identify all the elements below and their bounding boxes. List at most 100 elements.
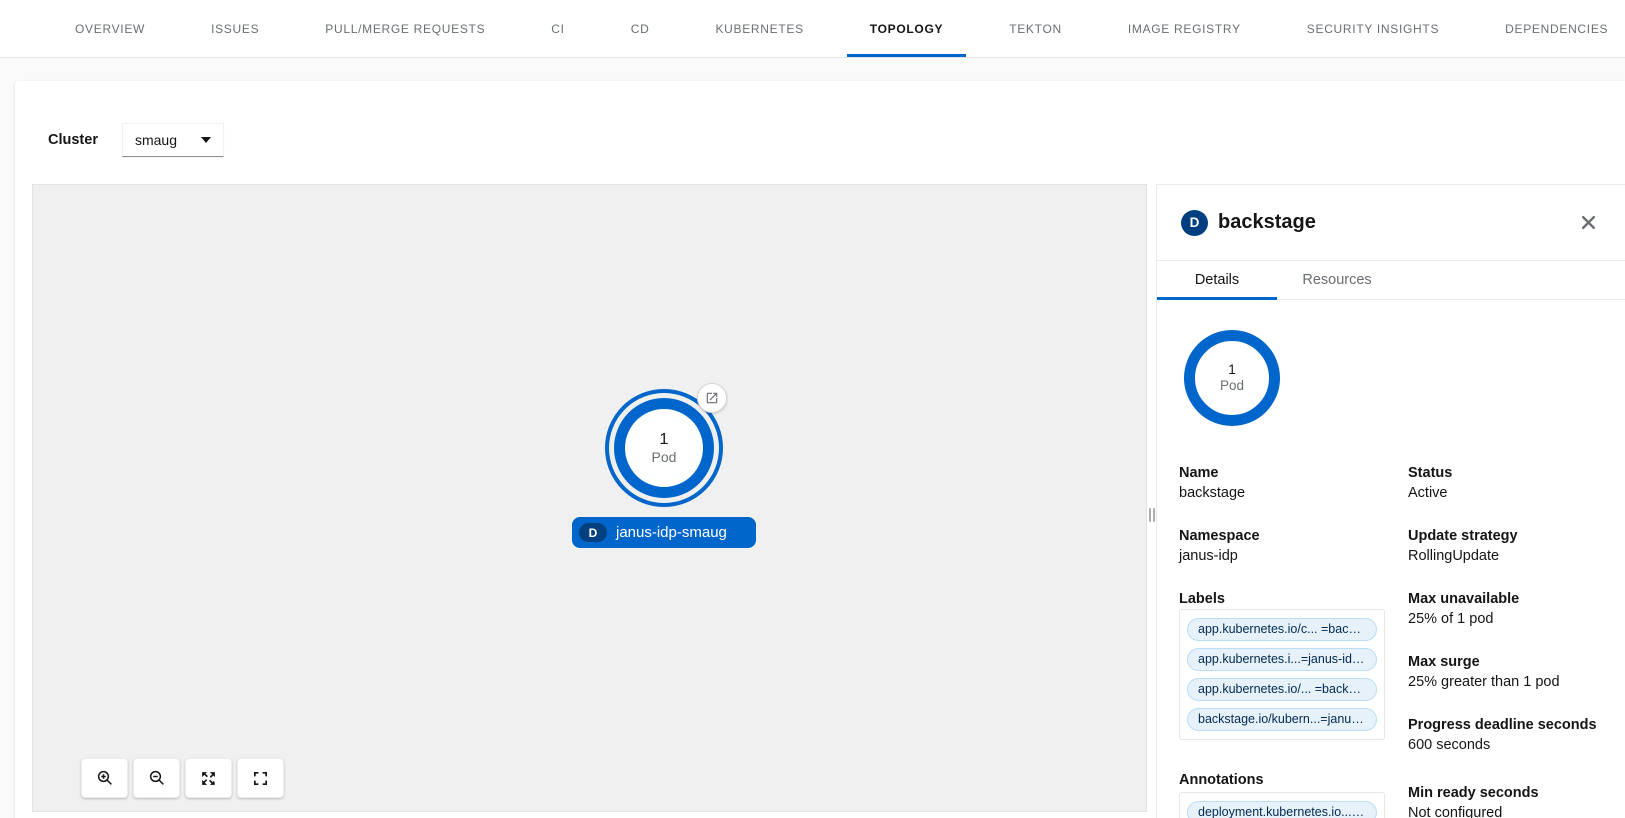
field-label: Max unavailable bbox=[1408, 589, 1620, 609]
field-max-unavailable: Max unavailable 25% of 1 pod bbox=[1408, 589, 1620, 629]
field-labels: Labels bbox=[1179, 589, 1393, 609]
cluster-select[interactable]: smaug bbox=[122, 123, 224, 157]
open-url-decorator[interactable] bbox=[697, 383, 727, 413]
tab-details[interactable]: Details bbox=[1157, 261, 1277, 299]
tab-pull-merge-requests[interactable]: PULL/MERGE REQUESTS bbox=[292, 0, 518, 57]
field-annotations: Annotations bbox=[1179, 770, 1393, 790]
field-value: 25% greater than 1 pod bbox=[1408, 672, 1620, 692]
field-label: Min ready seconds bbox=[1408, 783, 1620, 803]
close-panel-button[interactable] bbox=[1577, 212, 1599, 234]
pod-donut-chart[interactable]: 1 Pod bbox=[1184, 330, 1280, 426]
tab-label: CD bbox=[631, 22, 650, 36]
fullscreen-button[interactable] bbox=[237, 758, 284, 798]
field-label: Labels bbox=[1179, 589, 1393, 609]
tab-label: Details bbox=[1195, 272, 1239, 288]
field-label: Name bbox=[1179, 463, 1393, 483]
labels-list: app.kubernetes.io/c... =backs... app.kub… bbox=[1179, 609, 1385, 740]
tab-label: ISSUES bbox=[211, 22, 259, 36]
field-status: Status Active bbox=[1408, 463, 1620, 503]
tab-label: TOPOLOGY bbox=[870, 22, 943, 36]
tab-cd[interactable]: CD bbox=[598, 0, 683, 57]
tab-label: KUBERNETES bbox=[715, 22, 803, 36]
topology-canvas[interactable]: 1 Pod D janus-idp-smaug bbox=[32, 184, 1147, 812]
side-panel-tabs: Details Resources bbox=[1157, 261, 1625, 300]
details-right-column: Status Active Update strategy RollingUpd… bbox=[1408, 463, 1620, 818]
tab-issues[interactable]: ISSUES bbox=[178, 0, 292, 57]
field-value: 600 seconds bbox=[1408, 735, 1620, 755]
zoom-in-icon bbox=[96, 769, 114, 787]
caret-down-icon bbox=[201, 137, 211, 143]
pod-kind: Pod bbox=[652, 449, 677, 466]
label-chip[interactable]: backstage.io/kubern...=janus... bbox=[1187, 708, 1377, 731]
canvas-controls bbox=[81, 758, 284, 798]
side-panel-header: D backstage bbox=[1157, 185, 1625, 261]
tab-label: OVERVIEW bbox=[75, 22, 145, 36]
field-label: Namespace bbox=[1179, 526, 1393, 546]
field-label: Annotations bbox=[1179, 770, 1393, 790]
field-namespace: Namespace janus-idp bbox=[1179, 526, 1393, 566]
field-max-surge: Max surge 25% greater than 1 pod bbox=[1408, 652, 1620, 692]
tab-label: DEPENDENCIES bbox=[1505, 22, 1608, 36]
deployment-badge: D bbox=[1181, 210, 1208, 236]
deployment-badge: D bbox=[579, 523, 607, 542]
tab-security-insights[interactable]: SECURITY INSIGHTS bbox=[1274, 0, 1472, 57]
tab-resources[interactable]: Resources bbox=[1277, 261, 1397, 299]
tab-label: SECURITY INSIGHTS bbox=[1307, 22, 1439, 36]
annotations-list: deployment.kubernetes.io... =1.. bbox=[1179, 792, 1385, 818]
tab-label: Resources bbox=[1302, 272, 1371, 288]
field-update-strategy: Update strategy RollingUpdate bbox=[1408, 526, 1620, 566]
tab-overview[interactable]: OVERVIEW bbox=[42, 0, 178, 57]
field-value: Not configured bbox=[1408, 803, 1620, 818]
field-progress-deadline: Progress deadline seconds 600 seconds bbox=[1408, 715, 1620, 755]
cluster-label: Cluster bbox=[48, 132, 98, 148]
open-in-new-icon bbox=[705, 391, 719, 405]
resource-side-panel: D backstage Details Resources 1 Pod Name… bbox=[1156, 184, 1625, 818]
field-value: backstage bbox=[1179, 483, 1393, 503]
field-value: RollingUpdate bbox=[1408, 546, 1620, 566]
annotation-chip[interactable]: deployment.kubernetes.io... =1.. bbox=[1187, 801, 1377, 818]
label-chip[interactable]: app.kubernetes.i...=janus-idp... bbox=[1187, 648, 1377, 671]
field-min-ready: Min ready seconds Not configured bbox=[1408, 783, 1620, 818]
field-label: Max surge bbox=[1408, 652, 1620, 672]
zoom-out-button[interactable] bbox=[133, 758, 180, 798]
entity-tab-bar: OVERVIEW ISSUES PULL/MERGE REQUESTS CI C… bbox=[0, 0, 1625, 58]
field-name: Name backstage bbox=[1179, 463, 1393, 503]
tab-ci[interactable]: CI bbox=[518, 0, 597, 57]
pod-kind: Pod bbox=[1220, 378, 1244, 394]
tab-dependencies[interactable]: DEPENDENCIES bbox=[1472, 0, 1625, 57]
tab-kubernetes[interactable]: KUBERNETES bbox=[682, 0, 836, 57]
field-value: Active bbox=[1408, 483, 1620, 503]
fullscreen-icon bbox=[252, 770, 269, 787]
node-label-pill[interactable]: D janus-idp-smaug bbox=[572, 517, 756, 548]
field-value: janus-idp bbox=[1179, 546, 1393, 566]
tab-label: CI bbox=[551, 22, 564, 36]
tab-label: IMAGE REGISTRY bbox=[1128, 22, 1241, 36]
tab-image-registry[interactable]: IMAGE REGISTRY bbox=[1095, 0, 1274, 57]
panel-resize-handle[interactable] bbox=[1147, 184, 1156, 812]
close-icon bbox=[1581, 215, 1596, 230]
field-label: Update strategy bbox=[1408, 526, 1620, 546]
label-chip[interactable]: app.kubernetes.io/c... =backs... bbox=[1187, 618, 1377, 641]
tab-topology[interactable]: TOPOLOGY bbox=[837, 0, 976, 57]
node-label-text: janus-idp-smaug bbox=[616, 524, 727, 541]
active-tab-underline bbox=[847, 54, 966, 57]
tab-label: TEKTON bbox=[1009, 22, 1062, 36]
field-label: Progress deadline seconds bbox=[1408, 715, 1620, 735]
tab-tekton[interactable]: TEKTON bbox=[976, 0, 1095, 57]
topology-toolbar: Cluster smaug bbox=[48, 121, 224, 159]
field-label: Status bbox=[1408, 463, 1620, 483]
pod-count: 1 bbox=[1228, 362, 1236, 378]
resource-title: backstage bbox=[1218, 211, 1577, 234]
fit-to-screen-button[interactable] bbox=[185, 758, 232, 798]
pod-count: 1 bbox=[660, 431, 669, 449]
details-tab-content: 1 Pod Name backstage Namespace janus-idp… bbox=[1157, 300, 1625, 818]
details-left-column: Name backstage Namespace janus-idp Label… bbox=[1179, 463, 1393, 818]
deployment-node[interactable]: 1 Pod bbox=[614, 398, 714, 498]
tab-label: PULL/MERGE REQUESTS bbox=[325, 22, 485, 36]
field-value: 25% of 1 pod bbox=[1408, 609, 1620, 629]
cluster-select-value: smaug bbox=[135, 132, 177, 148]
zoom-in-button[interactable] bbox=[81, 758, 128, 798]
label-chip[interactable]: app.kubernetes.io/... =backst... bbox=[1187, 678, 1377, 701]
drag-handle-icon bbox=[1149, 508, 1155, 522]
fit-to-screen-icon bbox=[200, 770, 217, 787]
